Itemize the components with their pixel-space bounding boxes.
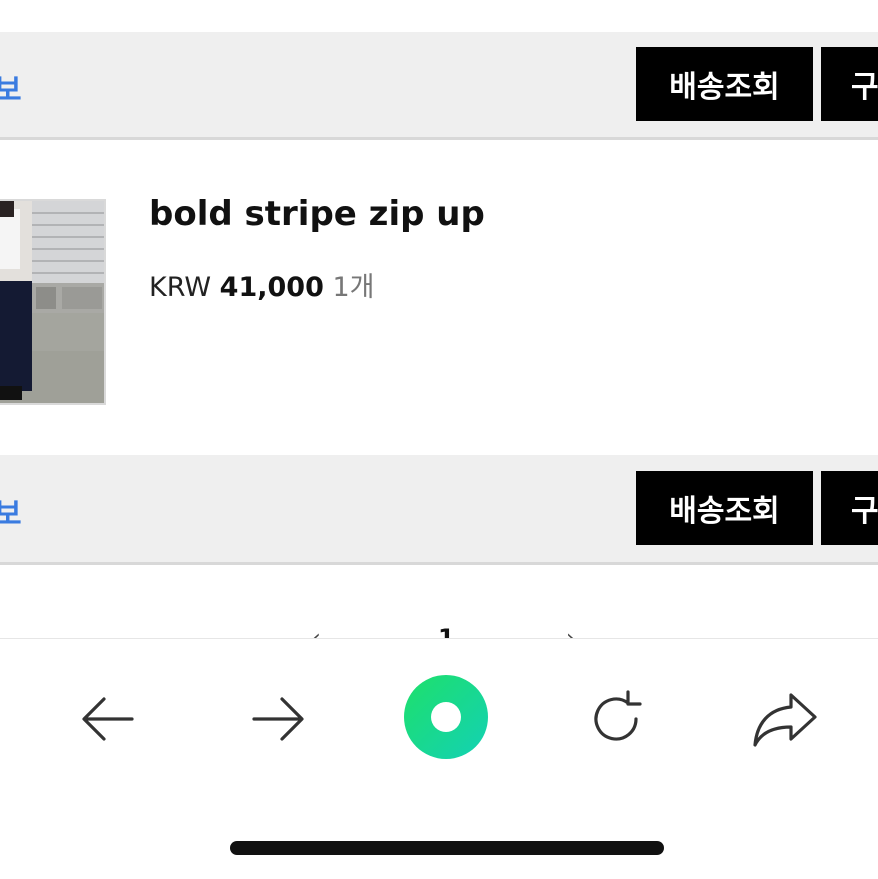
order-detail-link[interactable]: 보 bbox=[0, 65, 22, 109]
arrow-right-icon bbox=[252, 697, 304, 741]
track-delivery-button[interactable]: 배송조회 bbox=[636, 471, 813, 545]
reload-icon bbox=[594, 690, 642, 741]
home-circle-icon bbox=[404, 675, 488, 759]
pagination: ‹ 1 › bbox=[0, 626, 878, 638]
browser-bottom-toolbar bbox=[0, 638, 878, 879]
quantity-label: 1개 bbox=[332, 272, 375, 303]
order-action-bar: 보 배송조회 구 bbox=[0, 455, 878, 565]
product-photo bbox=[0, 201, 104, 403]
product-thumbnail[interactable] bbox=[0, 199, 106, 405]
forward-button[interactable] bbox=[238, 679, 318, 759]
share-icon bbox=[753, 693, 817, 747]
next-action-button[interactable]: 구 bbox=[821, 471, 878, 545]
page-prev-icon[interactable]: ‹ bbox=[312, 628, 321, 639]
reload-button[interactable] bbox=[576, 679, 656, 759]
home-button[interactable] bbox=[398, 669, 494, 765]
product-name[interactable]: bold stripe zip up bbox=[149, 194, 485, 234]
home-indicator[interactable] bbox=[230, 841, 664, 855]
next-action-button[interactable]: 구 bbox=[821, 47, 878, 121]
product-price-line: KRW 41,000 1개 bbox=[149, 265, 375, 304]
page-next-icon[interactable]: › bbox=[566, 628, 575, 639]
order-action-bar: 보 배송조회 구 bbox=[0, 32, 878, 140]
order-detail-link[interactable]: 보 bbox=[0, 489, 22, 533]
track-delivery-button[interactable]: 배송조회 bbox=[636, 47, 813, 121]
share-button[interactable] bbox=[744, 679, 824, 759]
page-number[interactable]: 1 bbox=[438, 626, 455, 638]
price-value: 41,000 bbox=[219, 272, 324, 303]
currency-label: KRW bbox=[149, 272, 212, 303]
back-button[interactable] bbox=[68, 679, 148, 759]
arrow-left-icon bbox=[82, 697, 134, 741]
